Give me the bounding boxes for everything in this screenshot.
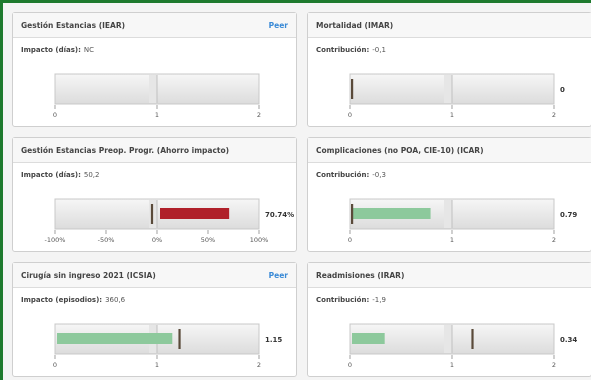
card-iear: Gestión Estancias (IEAR) Peer Impacto (d… (12, 12, 297, 127)
axis-tick-label: 1 (450, 361, 454, 369)
card-title: Cirugía sin ingreso 2021 (ICSIA) (21, 270, 156, 280)
gauge-value-label: 0.34 (560, 336, 577, 344)
card-title: Gestión Estancias (IEAR) (21, 20, 126, 30)
card-imar: Mortalidad (IMAR) Contribución: -0,1 0012 (307, 12, 591, 127)
bullet-gauge: 0 0 1 2 (348, 73, 565, 119)
axis-tick-label: 1 (450, 111, 454, 119)
axis-tick-label: -100% (45, 236, 66, 244)
card-irar: Readmisiones (IRAR) Contribución: -1,9 0.… (307, 262, 591, 377)
gauge-marker (150, 204, 154, 224)
card-header: Mortalidad (IMAR) (308, 13, 591, 38)
gauge-marker (351, 204, 354, 224)
card-header: Readmisiones (IRAR) (308, 263, 591, 288)
card-title: Readmisiones (IRAR) (316, 270, 405, 280)
axis-tick-label: 0% (152, 236, 162, 244)
bullet-gauge: 0.79 0 1 2 (348, 198, 577, 244)
card-body: Contribución: -1,9 0.34 0 1 2 (308, 288, 591, 376)
card-body: Contribución: -0,3 0.79 0 1 2 (308, 163, 591, 251)
gauge-band (149, 75, 157, 103)
axis-tick-label: 1 (450, 236, 454, 244)
gauge-band (444, 75, 452, 103)
card-header: Gestión Estancias Preop. Progr. (Ahorro … (13, 138, 296, 163)
gauge-marker (178, 329, 181, 349)
axis-tick-label: 2 (257, 111, 261, 119)
gauge-bar (160, 208, 230, 219)
axis-tick-label: 0 (348, 361, 352, 369)
axis-tick-label: 2 (552, 111, 556, 119)
bullet-gauge: 0.34 0 1 2 (348, 323, 577, 369)
bullet-gauge: 70.74% -100% -50% 0% 50% 100% (45, 198, 294, 244)
card-header: Cirugía sin ingreso 2021 (ICSIA) Peer (13, 263, 296, 288)
card-header: Complicaciones (no POA, CIE-10) (ICAR) (308, 138, 591, 163)
axis-tick-label: 2 (552, 236, 556, 244)
gauge-value-label: 1.15 (265, 336, 282, 344)
axis-tick-label: 1 (155, 111, 159, 119)
gauge-bar (352, 333, 385, 344)
axis-tick-label: 100% (250, 236, 269, 244)
card-title: Gestión Estancias Preop. Progr. (Ahorro … (21, 145, 230, 155)
axis-tick-label: 2 (552, 361, 556, 369)
gauge-value-label: 0.79 (560, 211, 577, 219)
gauge-bar (57, 333, 173, 344)
gauge-marker (471, 329, 474, 349)
gauge-band (444, 200, 452, 228)
gauge-band (444, 325, 452, 353)
axis-tick-label: 0 (348, 111, 352, 119)
axis-tick-label: -50% (98, 236, 115, 244)
card-icsia: Cirugía sin ingreso 2021 (ICSIA) Peer Im… (12, 262, 297, 377)
gauge-bar (352, 208, 431, 219)
peer-link[interactable]: Peer (269, 21, 288, 30)
gauge-value-label: 70.74% (265, 211, 294, 219)
card-body: Impacto (días): 50,2 70.74% -100% -50% 0% 50%… (13, 163, 296, 251)
axis-tick-label: 0 (53, 361, 57, 369)
card-body: Impacto (episodios): 360,6 1.15 0 1 2 (13, 288, 296, 376)
axis-tick-label: 1 (155, 361, 159, 369)
gauge-value-label: 0 (560, 86, 565, 94)
axis-tick-label: 0 (53, 111, 57, 119)
card-body: Impacto (días): NC 012 (13, 38, 296, 126)
axis-tick-label: 0 (348, 236, 352, 244)
card-header: Gestión Estancias (IEAR) Peer (13, 13, 296, 38)
axis-tick-label: 50% (201, 236, 215, 244)
bullet-gauge: 1.15 0 1 2 (53, 323, 282, 369)
card-title: Mortalidad (IMAR) (316, 20, 394, 30)
peer-link[interactable]: Peer (269, 271, 288, 280)
card-preop: Gestión Estancias Preop. Progr. (Ahorro … (12, 137, 297, 252)
card-body: Contribución: -0,1 0012 (308, 38, 591, 126)
card-icar: Complicaciones (no POA, CIE-10) (ICAR) C… (307, 137, 591, 252)
bullet-gauge: 0 1 2 (53, 73, 261, 119)
axis-tick-label: 2 (257, 361, 261, 369)
card-title: Complicaciones (no POA, CIE-10) (ICAR) (316, 145, 484, 155)
gauge-marker (351, 79, 354, 99)
